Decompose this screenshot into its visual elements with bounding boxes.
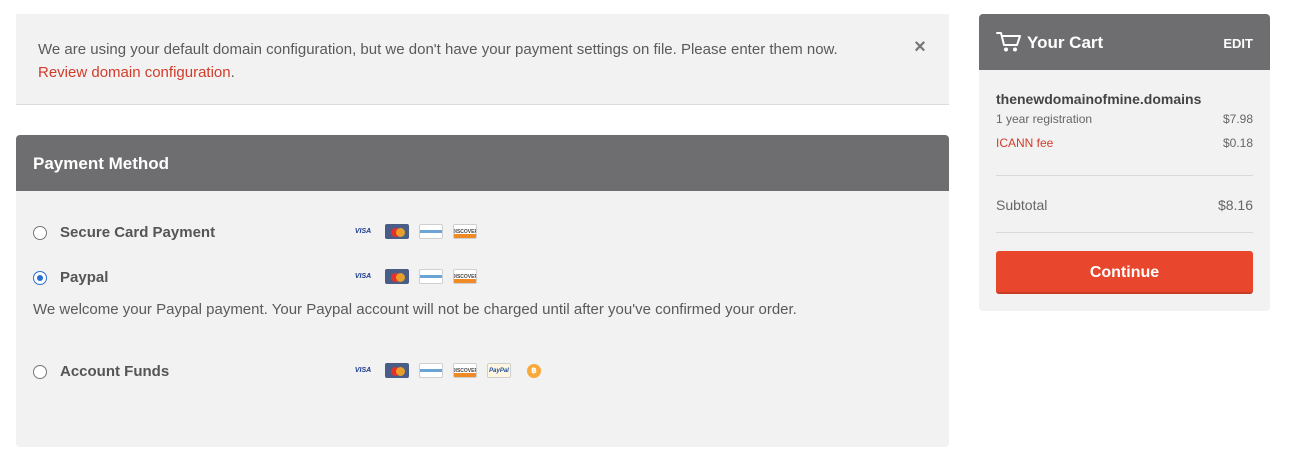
- cart-subtotal: Subtotal $8.16: [996, 197, 1253, 213]
- cart-edit-button[interactable]: EDIT: [1223, 36, 1253, 51]
- icann-fee-link[interactable]: ICANN fee: [996, 136, 1053, 150]
- cart-item-label: 1 year registration: [996, 112, 1093, 126]
- visa-icon: VISA: [354, 367, 372, 374]
- bitcoin-icon: ฿: [527, 363, 541, 378]
- payment-option-secure-card[interactable]: Secure Card Payment VISA DISCOVER: [16, 221, 949, 245]
- payment-method-title: Payment Method: [16, 135, 949, 191]
- amex-icon: [419, 269, 443, 284]
- notice-message: We are using your default domain configu…: [38, 41, 838, 58]
- mastercard-icon: [385, 269, 409, 284]
- cart-line-item: 1 year registration $7.98: [996, 112, 1253, 126]
- continue-button[interactable]: Continue: [996, 251, 1253, 294]
- card-icons: VISA DISCOVER: [351, 224, 477, 239]
- notice-link-suffix: .: [230, 64, 235, 81]
- payment-method-panel: Payment Method Secure Card Payment VISA …: [16, 135, 949, 447]
- visa-icon: VISA: [354, 273, 372, 280]
- cart-domain-name: thenewdomainofmine.domains: [996, 91, 1202, 107]
- paypal-icon: PayPal: [487, 363, 511, 378]
- notice-text: We are using your default domain configu…: [38, 38, 898, 84]
- mastercard-icon: [385, 224, 409, 239]
- radio-account-funds[interactable]: [33, 365, 47, 379]
- payment-option-label[interactable]: Secure Card Payment: [60, 224, 215, 241]
- cart-icon: [996, 32, 1021, 52]
- cart-line-item: ICANN fee $0.18: [996, 136, 1253, 150]
- subtotal-label: Subtotal: [996, 197, 1048, 213]
- card-icons: VISA DISCOVER PayPal ฿: [351, 363, 541, 378]
- radio-paypal[interactable]: [33, 271, 47, 285]
- radio-secure-card[interactable]: [33, 226, 47, 240]
- amex-icon: [419, 363, 443, 378]
- cart-item-price: $7.98: [1222, 112, 1253, 126]
- amex-icon: [419, 224, 443, 239]
- mastercard-icon: [385, 363, 409, 378]
- paypal-note: We welcome your Paypal payment. Your Pay…: [33, 301, 797, 318]
- payment-option-label[interactable]: Account Funds: [60, 363, 169, 380]
- discover-icon: DISCOVER: [453, 269, 477, 284]
- cart-header: Your Cart EDIT: [979, 14, 1270, 70]
- payment-option-paypal[interactable]: Paypal VISA DISCOVER: [16, 266, 949, 290]
- cart-divider: [996, 232, 1253, 233]
- subtotal-value: $8.16: [1217, 197, 1253, 213]
- cart-panel: Your Cart EDIT thenewdomainofmine.domain…: [979, 14, 1270, 311]
- review-domain-config-link[interactable]: Review domain configuration: [38, 64, 231, 81]
- cart-divider: [996, 175, 1253, 176]
- cart-title: Your Cart: [1027, 33, 1104, 52]
- discover-icon: DISCOVER: [453, 363, 477, 378]
- payment-option-account-funds[interactable]: Account Funds VISA DISCOVER PayPal ฿: [16, 360, 949, 384]
- payment-option-label[interactable]: Paypal: [60, 269, 108, 286]
- visa-icon: VISA: [354, 228, 372, 235]
- discover-icon: DISCOVER: [453, 224, 477, 239]
- cart-item-price: $0.18: [1222, 136, 1253, 150]
- payment-notice: We are using your default domain configu…: [16, 14, 949, 105]
- close-icon[interactable]: ×: [911, 37, 929, 57]
- card-icons: VISA DISCOVER: [351, 269, 477, 284]
